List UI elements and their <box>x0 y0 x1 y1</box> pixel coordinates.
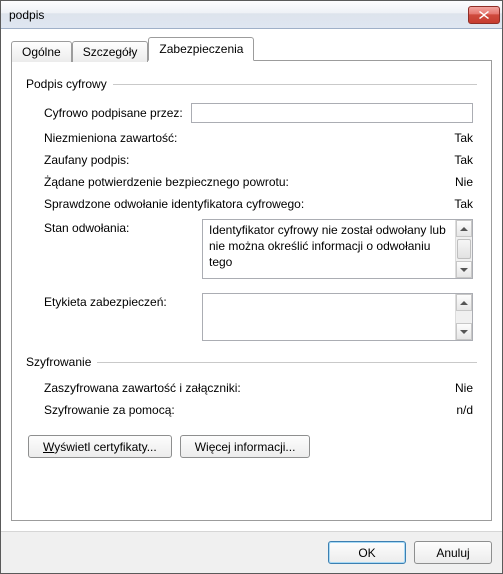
encryption-using-value: n/d <box>425 403 473 417</box>
row-unchanged: Niezmieniona zawartość: Tak <box>26 127 477 149</box>
row-encrypted: Zaszyfrowana zawartość i załączniki: Nie <box>26 377 477 399</box>
scroll-up-button[interactable] <box>456 294 472 311</box>
encryption-using-label: Szyfrowanie za pomocą: <box>44 403 425 417</box>
chevron-down-icon <box>460 268 468 272</box>
group-signature: Podpis cyfrowy <box>26 77 477 91</box>
row-trusted: Zaufany podpis: Tak <box>26 149 477 171</box>
button-row: Wyświetl certyfikaty... Więcej informacj… <box>28 435 477 458</box>
close-button[interactable] <box>468 6 500 24</box>
group-encryption: Szyfrowanie <box>26 355 477 369</box>
view-certificates-button[interactable]: Wyświetl certyfikaty... <box>28 435 172 458</box>
scroll-track[interactable] <box>456 311 472 323</box>
encrypted-value: Nie <box>425 381 473 395</box>
client-area: Ogólne Szczegóły Zabezpieczenia Podpis c… <box>1 29 502 531</box>
encrypted-label: Zaszyfrowana zawartość i załączniki: <box>44 381 425 395</box>
divider <box>113 84 477 85</box>
revocation-checked-label: Sprawdzone odwołanie identyfikatora cyfr… <box>44 197 425 211</box>
close-icon <box>479 11 489 19</box>
revocation-status-box[interactable]: Identyfikator cyfrowy nie został odwołan… <box>202 219 473 279</box>
tabstrip: Ogólne Szczegóły Zabezpieczenia <box>11 37 492 61</box>
cancel-button[interactable]: Anuluj <box>414 541 492 564</box>
dialog-footer: OK Anuluj <box>1 531 502 573</box>
row-return: Żądane potwierdzenie bezpiecznego powrot… <box>26 171 477 193</box>
more-info-button[interactable]: Więcej informacji... <box>180 435 311 458</box>
mnemonic: W <box>43 440 54 454</box>
row-signed-by: Cyfrowo podpisane przez: <box>26 99 477 127</box>
security-label-text <box>203 294 455 340</box>
ok-button[interactable]: OK <box>328 541 406 564</box>
revocation-checked-value: Tak <box>425 197 473 211</box>
return-value: Nie <box>425 175 473 189</box>
window-title: podpis <box>9 8 468 22</box>
unchanged-value: Tak <box>425 131 473 145</box>
scroll-down-button[interactable] <box>456 323 472 340</box>
dialog-window: podpis Ogólne Szczegóły Zabezpieczenia P… <box>0 0 503 574</box>
security-label-box[interactable] <box>202 293 473 341</box>
chevron-up-icon <box>460 301 468 305</box>
tab-details[interactable]: Szczegóły <box>72 41 149 62</box>
trusted-value: Tak <box>425 153 473 167</box>
revocation-status-text: Identyfikator cyfrowy nie został odwołan… <box>203 220 455 278</box>
group-encryption-label: Szyfrowanie <box>26 355 91 369</box>
trusted-label: Zaufany podpis: <box>44 153 425 167</box>
chevron-up-icon <box>460 227 468 231</box>
row-revocation-checked: Sprawdzone odwołanie identyfikatora cyfr… <box>26 193 477 215</box>
scroll-up-button[interactable] <box>456 220 472 237</box>
scroll-track[interactable] <box>456 237 472 261</box>
row-encryption-using: Szyfrowanie za pomocą: n/d <box>26 399 477 421</box>
divider <box>97 362 477 363</box>
scrollbar[interactable] <box>455 220 472 278</box>
row-security-label: Etykieta zabezpieczeń: <box>26 289 477 345</box>
unchanged-label: Niezmieniona zawartość: <box>44 131 425 145</box>
tab-security[interactable]: Zabezpieczenia <box>148 37 254 61</box>
return-label: Żądane potwierdzenie bezpiecznego powrot… <box>44 175 425 189</box>
scroll-thumb[interactable] <box>457 239 471 259</box>
tab-general[interactable]: Ogólne <box>11 41 72 62</box>
row-revocation-status: Stan odwołania: Identyfikator cyfrowy ni… <box>26 215 477 283</box>
chevron-down-icon <box>460 330 468 334</box>
signed-by-label: Cyfrowo podpisane przez: <box>44 106 183 120</box>
scroll-down-button[interactable] <box>456 261 472 278</box>
revocation-status-label: Stan odwołania: <box>44 219 194 235</box>
titlebar: podpis <box>1 1 502 29</box>
security-label-label: Etykieta zabezpieczeń: <box>44 293 194 309</box>
tabpage-security: Podpis cyfrowy Cyfrowo podpisane przez: … <box>11 60 492 521</box>
signed-by-field[interactable] <box>191 103 473 123</box>
scrollbar[interactable] <box>455 294 472 340</box>
group-signature-label: Podpis cyfrowy <box>26 77 107 91</box>
